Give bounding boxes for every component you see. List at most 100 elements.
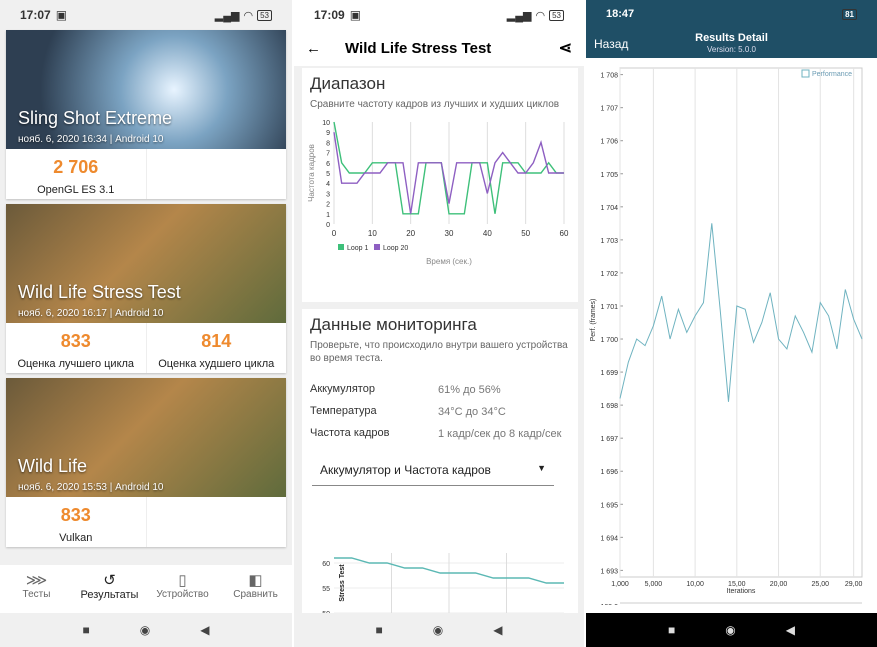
score-value: 814: [201, 331, 232, 351]
y-tick-label: 55: [322, 586, 330, 593]
results-screen: 17:07 ▣ ▂▄▆ ◠ 53 Sling Shot Extreme нояб. …: [0, 0, 292, 647]
range-section: Диапазон Сравните частоту кадров из лучш…: [302, 68, 578, 302]
result-card-wild-life-stress[interactable]: Wild Life Stress Test нояб. 6, 2020 16:1…: [6, 204, 286, 373]
y-tick-label: 1 704: [600, 205, 618, 212]
status-bar: 17:07 ▣ ▂▄▆ ◠ 53: [0, 0, 292, 30]
dropdown-arrow-icon: ▼: [537, 463, 546, 473]
nav-results[interactable]: ↺ Результаты: [73, 565, 146, 613]
y-tick-label: 1 700: [600, 337, 618, 344]
back-icon[interactable]: ◀: [493, 623, 502, 637]
y-tick-label: 10: [322, 120, 330, 127]
y-tick-label: 1 701: [600, 304, 618, 311]
home-icon[interactable]: ◉: [725, 623, 735, 637]
y-tick-label: 1 693: [600, 568, 618, 575]
x-tick-label: 25,00: [812, 581, 830, 588]
page-title: Results Detail: [695, 32, 768, 44]
battery-icon: 81: [842, 8, 857, 20]
page-title: Wild Life Stress Test: [345, 39, 492, 57]
back-arrow-icon[interactable]: ←: [306, 40, 321, 57]
monitor-row-temperature: Температура 34°C до 34°C: [302, 405, 578, 419]
y-tick-label: 1 703: [600, 238, 618, 245]
status-bar: 18:47 81: [586, 0, 877, 28]
x-axis-label: Время (сек.): [426, 257, 472, 266]
battery-icon: 53: [257, 9, 272, 21]
score-value: 833: [60, 505, 91, 525]
y-tick-label: 7: [326, 151, 330, 158]
section-title: Данные мониторинга: [310, 315, 477, 334]
nav-tests[interactable]: ⋙ Тесты: [0, 565, 73, 613]
score-label: Оценка худшего цикла: [158, 358, 275, 370]
plot-frame: [619, 67, 863, 578]
y-tick-label: 8: [326, 140, 330, 147]
row-key: Аккумулятор: [310, 383, 375, 395]
dropdown-value: Аккумулятор и Частота кадров: [320, 463, 491, 477]
bottom-navigation: ⋙ Тесты ↺ Результаты ▯ Устройство ◧ Сравнить: [0, 565, 292, 613]
battery-icon: 53: [549, 9, 564, 21]
score-label: Vulkan: [59, 532, 93, 544]
score-cell: 814 Оценка худшего цикла: [147, 323, 287, 373]
y-axis-label: Perf. (frames): [590, 299, 597, 342]
x-tick-label: 30: [445, 229, 454, 238]
status-time: 17:07: [20, 8, 51, 22]
recents-icon[interactable]: ■: [376, 623, 383, 637]
performance-line: [619, 223, 863, 402]
status-time: 18:47: [606, 8, 635, 20]
score-cell-empty: [147, 497, 287, 547]
status-bar: 17:09 ▣ ▂▄▆ ◠ 53: [294, 0, 584, 30]
notification-icon: ▣: [55, 8, 68, 22]
y-tick-label: 2: [326, 202, 330, 209]
version-label: Version: 5.0.0: [707, 45, 756, 54]
home-icon[interactable]: ◉: [140, 623, 150, 637]
monitor-row-framerate: Частота кадров 1 кадр/сек до 8 кадр/сек: [302, 427, 578, 441]
y-tick-label: 1 697: [600, 436, 618, 443]
y-tick-label: 1 698: [600, 403, 618, 410]
back-icon[interactable]: ◀: [786, 623, 795, 637]
results-detail-screen: 18:47 81 Назад Results Detail Version: 5.…: [586, 0, 877, 647]
share-icon[interactable]: ⋖: [559, 38, 572, 58]
y-tick-label: 1 696: [600, 469, 618, 476]
y-tick-label: 9: [326, 130, 330, 137]
range-chart: 0 10 20 30 40 50 60 0 1 2 3 4 5 6 7 8 9 10 Частота кадров L…: [307, 120, 569, 266]
monitoring-section: Данные мониторинга Проверьте, что происх…: [302, 309, 578, 619]
device-icon: ▯: [178, 572, 187, 589]
nav-compare[interactable]: ◧ Сравнить: [219, 565, 292, 613]
compare-icon: ◧: [248, 572, 263, 589]
recents-icon[interactable]: ■: [83, 623, 90, 637]
y-axis-label: Частота кадров: [307, 144, 316, 202]
result-card-wild-life[interactable]: Wild Life нояб. 6, 2020 15:53 | Android …: [6, 378, 286, 547]
banner-image: Wild Life нояб. 6, 2020 15:53 | Android …: [6, 378, 286, 497]
signal-icon: ▂▄▆: [214, 9, 240, 22]
next-chart-tick: 109,0: [600, 604, 618, 605]
legend-swatch: [801, 69, 810, 78]
y-tick-label: 1 699: [600, 370, 618, 377]
nav-device[interactable]: ▯ Устройство: [146, 565, 219, 613]
legend-swatch: [338, 244, 344, 250]
x-tick-label: 20,00: [770, 581, 788, 588]
x-tick-label: 0: [332, 229, 337, 238]
wifi-icon: ◠: [535, 9, 546, 22]
monitor-row-battery: Аккумулятор 61% до 56%: [302, 383, 578, 397]
y-tick-label: 1: [326, 212, 330, 219]
app-bar: ← Wild Life Stress Test ⋖: [294, 30, 584, 66]
legend-label: Loop 20: [383, 245, 408, 252]
score-value: 2 706: [53, 157, 99, 177]
back-icon[interactable]: ◀: [200, 623, 209, 637]
x-tick-label: 20: [406, 229, 415, 238]
y-tick-label: 1 702: [600, 271, 618, 278]
result-card-sling-shot[interactable]: Sling Shot Extreme нояб. 6, 2020 16:34 |…: [6, 30, 286, 199]
nav-label: Устройство: [156, 589, 209, 600]
score-value: 833: [60, 331, 91, 351]
metric-dropdown[interactable]: Аккумулятор и Частота кадров ▼: [312, 455, 554, 486]
tests-icon: ⋙: [25, 572, 48, 589]
y-tick-label: 1 708: [600, 73, 618, 80]
y-tick-label: 1 707: [600, 106, 618, 113]
x-tick-label: 1,000: [611, 581, 629, 588]
banner-image: Sling Shot Extreme нояб. 6, 2020 16:34 |…: [6, 30, 286, 149]
banner-image: Wild Life Stress Test нояб. 6, 2020 16:1…: [6, 204, 286, 323]
legend-label: Loop 1: [347, 245, 369, 252]
row-value: 1 кадр/сек до 8 кадр/сек: [438, 428, 562, 440]
recents-icon[interactable]: ■: [668, 623, 675, 637]
nav-label: Тесты: [22, 589, 51, 600]
legend-swatch: [374, 244, 380, 250]
home-icon[interactable]: ◉: [433, 623, 443, 637]
